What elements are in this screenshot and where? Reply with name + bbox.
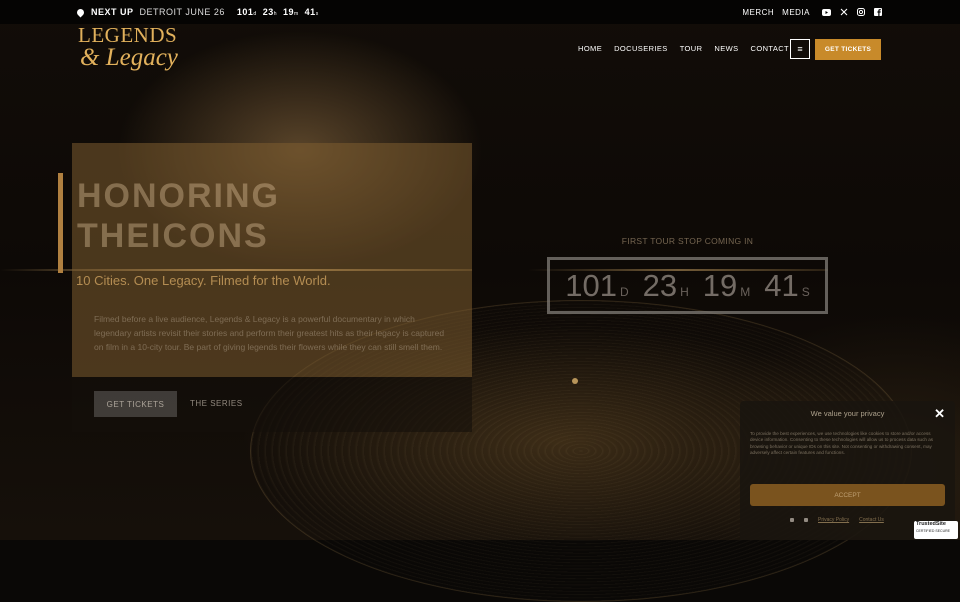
accept-button[interactable]: ACCEPT bbox=[750, 484, 945, 506]
topbar-hours-unit: h bbox=[273, 11, 277, 17]
get-tickets-header-button[interactable]: GET TICKETS bbox=[815, 39, 881, 60]
topbar-minutes-unit: m bbox=[294, 11, 299, 17]
countdown-days-value: 101 bbox=[565, 267, 617, 303]
the-series-button[interactable]: THE SERIES bbox=[190, 399, 243, 408]
countdown-days-unit: D bbox=[619, 284, 629, 299]
topbar-countdown: 101d 23h 19m 41s bbox=[237, 7, 319, 17]
hero-title: HONORING THEICONS bbox=[77, 176, 280, 256]
nav-item-home[interactable]: HOME bbox=[578, 44, 602, 53]
media-link[interactable]: MEDIA bbox=[782, 8, 810, 17]
menu-button[interactable]: ≡ bbox=[790, 39, 810, 59]
countdown-minutes-unit: M bbox=[740, 284, 751, 299]
hamburger-icon: ≡ bbox=[797, 44, 803, 54]
hero-title-line1: HONORING bbox=[77, 177, 280, 215]
next-up-label: NEXT UP bbox=[91, 7, 134, 17]
contact-us-link[interactable]: Contact Us bbox=[859, 517, 884, 523]
topbar-days: 101 bbox=[236, 7, 254, 17]
countdown-hours-value: 23 bbox=[642, 267, 678, 303]
consent-dot-icon bbox=[790, 518, 794, 522]
trustedsite-title: TrustedSite bbox=[916, 521, 946, 527]
site-logo[interactable]: LEGENDS & Legacy bbox=[78, 23, 188, 71]
x-icon[interactable] bbox=[839, 8, 848, 17]
consent-dot-icon bbox=[804, 518, 808, 522]
topbar-minutes: 19 bbox=[282, 7, 294, 17]
countdown-days: 101 D bbox=[565, 268, 628, 304]
hero-title-line2: THEICONS bbox=[77, 217, 269, 256]
countdown-seconds-value: 41 bbox=[764, 267, 799, 303]
logo-line2: & Legacy bbox=[80, 43, 178, 71]
countdown-hours: 23 H bbox=[643, 268, 689, 304]
record-spindle bbox=[572, 378, 578, 384]
top-links: MERCH MEDIA bbox=[742, 0, 882, 24]
merch-link[interactable]: MERCH bbox=[742, 8, 774, 17]
countdown-minutes-value: 19 bbox=[702, 267, 738, 303]
location-pin-icon bbox=[75, 7, 86, 17]
countdown-timer: 101 D 23 H 19 M 41 S bbox=[547, 257, 828, 314]
facebook-icon[interactable] bbox=[873, 8, 882, 17]
topbar-seconds-unit: s bbox=[315, 11, 319, 17]
nav-item-docuseries[interactable]: DOCUSERIES bbox=[614, 44, 668, 53]
consent-text: To provide the best experiences, we use … bbox=[750, 431, 934, 456]
topbar-days-unit: d bbox=[253, 11, 257, 17]
next-up-info: NEXT UP DETROIT JUNE 26 101d 23h 19m 41s bbox=[75, 0, 319, 24]
countdown-seconds-unit: S bbox=[801, 284, 810, 299]
next-up-city[interactable]: DETROIT JUNE 26 bbox=[140, 7, 225, 17]
countdown-seconds: 41 S bbox=[764, 268, 810, 304]
consent-links: Privacy Policy Contact Us bbox=[790, 517, 884, 523]
hero-accent-bar bbox=[58, 173, 63, 273]
instagram-icon[interactable] bbox=[856, 8, 865, 17]
nav-item-news[interactable]: NEWS bbox=[714, 44, 738, 53]
countdown-hours-unit: H bbox=[680, 284, 689, 299]
logo-line1: LEGENDS bbox=[78, 23, 178, 47]
cookie-consent-banner: We value your privacy ✕ To provide the b… bbox=[740, 401, 955, 540]
nav-item-tour[interactable]: TOUR bbox=[680, 44, 703, 53]
trustedsite-badge[interactable]: TrustedSite CERTIFIED SECURE bbox=[914, 521, 958, 539]
nav-item-contact[interactable]: CONTACT bbox=[751, 44, 790, 53]
get-tickets-button[interactable]: GET TICKETS bbox=[94, 391, 177, 417]
close-icon[interactable]: ✕ bbox=[934, 406, 945, 422]
hero-description: Filmed before a live audience, Legends &… bbox=[94, 314, 445, 352]
youtube-icon[interactable] bbox=[822, 8, 831, 17]
trustedsite-subtitle: CERTIFIED SECURE bbox=[916, 529, 950, 533]
topbar-seconds: 41 bbox=[304, 7, 316, 17]
privacy-policy-link[interactable]: Privacy Policy bbox=[818, 517, 849, 523]
top-bar: NEXT UP DETROIT JUNE 26 101d 23h 19m 41s… bbox=[0, 0, 960, 24]
countdown-minutes: 19 M bbox=[703, 268, 750, 304]
main-nav: HOME DOCUSERIES TOUR NEWS CONTACT bbox=[578, 44, 789, 53]
hero-tagline: 10 Cities. One Legacy. Filmed for the Wo… bbox=[76, 273, 331, 288]
consent-title: We value your privacy bbox=[810, 409, 885, 418]
topbar-hours: 23 bbox=[262, 7, 274, 17]
countdown-title: FIRST TOUR STOP COMING IN bbox=[621, 236, 754, 246]
